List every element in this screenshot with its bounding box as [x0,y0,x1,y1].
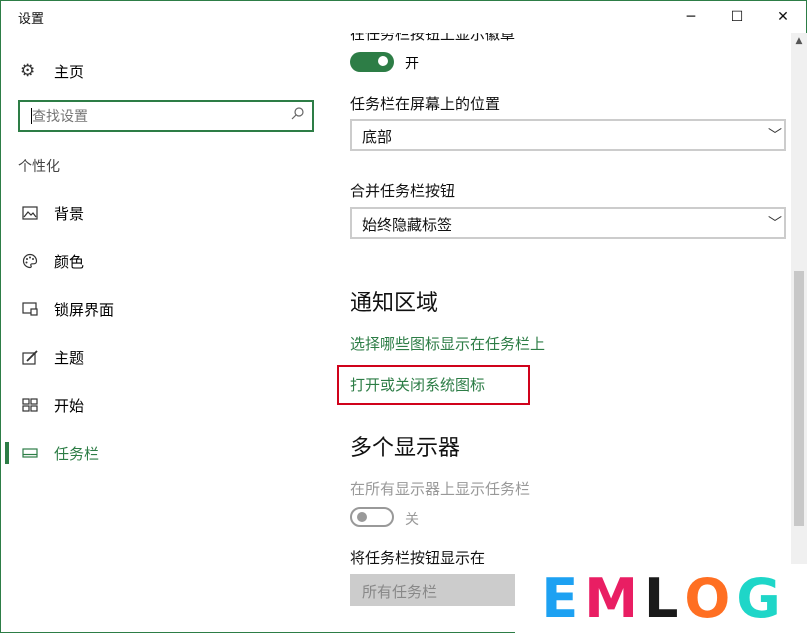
minimize-icon: ─ [686,9,696,25]
chevron-down-icon: ﹀ [768,128,782,144]
window-title: 设置 [18,12,45,27]
sidebar-item-start[interactable]: 开始 [1,383,331,427]
watermark-letter: O [684,567,731,630]
maximize-button[interactable]: ☐ [714,1,760,33]
combine-value: 始终隐藏标签 [362,216,453,234]
home-link[interactable]: ⚙ 主页 [20,59,84,83]
combine-dropdown[interactable]: 始终隐藏标签 ﹀ [350,207,786,239]
sidebar-item-taskbar[interactable]: 任务栏 [1,431,331,475]
show-all-displays-state: 关 [405,512,419,528]
sidebar-item-label: 开始 [54,396,85,415]
notification-area-heading: 通知区域 [350,291,439,316]
lock-screen-icon [21,300,39,318]
close-button[interactable]: ✕ [760,1,806,33]
sidebar: ⚙ 主页 个性化 背景 颜色 锁屏界面 [1,33,331,633]
badge-setting-label: 在任务栏按钮上显示徽章 [350,33,516,43]
title-bar: 设置 ─ ☐ ✕ [1,1,806,33]
scrollbar-thumb[interactable] [794,271,804,526]
picture-icon [21,204,39,222]
gear-icon: ⚙ [20,61,36,81]
sidebar-item-label: 主题 [54,348,85,367]
buttons-on-label: 将任务栏按钮显示在 [350,549,486,567]
buttons-on-value: 所有任务栏 [362,583,438,601]
close-icon: ✕ [777,9,789,25]
watermark-letter: L [643,567,679,630]
watermark-letter: E [541,567,579,630]
search-icon[interactable] [291,107,304,124]
theme-icon [21,348,39,366]
annotation-highlight-box [337,365,530,405]
combine-label: 合并任务栏按钮 [350,182,456,200]
scroll-up-icon[interactable]: ▲ [791,33,807,49]
sidebar-item-label: 锁屏界面 [54,300,115,319]
section-personalization: 个性化 [18,159,60,175]
sidebar-item-themes[interactable]: 主题 [1,335,331,379]
badge-toggle[interactable] [350,52,394,72]
sidebar-item-colors[interactable]: 颜色 [1,239,331,283]
vertical-scrollbar[interactable]: ▲ [791,33,807,633]
toggle-knob [357,512,367,522]
watermark-letter: M [584,567,638,630]
search-box[interactable] [18,100,314,132]
search-input[interactable] [30,105,284,129]
sidebar-item-label: 任务栏 [54,444,100,463]
minimize-button[interactable]: ─ [668,1,714,33]
settings-window: 设置 ─ ☐ ✕ ⚙ 主页 个性化 背景 颜色 [0,0,807,634]
badge-toggle-state: 开 [405,56,419,72]
sidebar-item-label: 颜色 [54,252,85,271]
home-label: 主页 [54,62,85,81]
position-label: 任务栏在屏幕上的位置 [350,95,501,113]
sidebar-item-label: 背景 [54,204,85,223]
taskbar-settings-content: 在任务栏按钮上显示徽章 开 任务栏在屏幕上的位置 底部 ﹀ 合并任务栏按钮 始终… [331,33,791,633]
show-all-displays-toggle[interactable] [350,507,394,527]
watermark-letter: G [736,567,781,630]
toggle-knob [378,56,388,66]
multiple-displays-heading: 多个显示器 [350,436,461,461]
sidebar-item-background[interactable]: 背景 [1,191,331,235]
emlog-watermark-logo: E M L O G [515,564,807,634]
position-dropdown[interactable]: 底部 ﹀ [350,119,786,151]
maximize-icon: ☐ [730,9,744,25]
start-icon [21,396,39,414]
show-all-displays-label: 在所有显示器上显示任务栏 [350,480,531,498]
chevron-down-icon: ﹀ [768,216,782,232]
sidebar-item-lock-screen[interactable]: 锁屏界面 [1,287,331,331]
position-value: 底部 [362,128,393,146]
select-taskbar-icons-link[interactable]: 选择哪些图标显示在任务栏上 [350,333,545,354]
active-indicator [5,442,9,464]
palette-icon [21,252,39,270]
taskbar-icon [21,444,39,462]
